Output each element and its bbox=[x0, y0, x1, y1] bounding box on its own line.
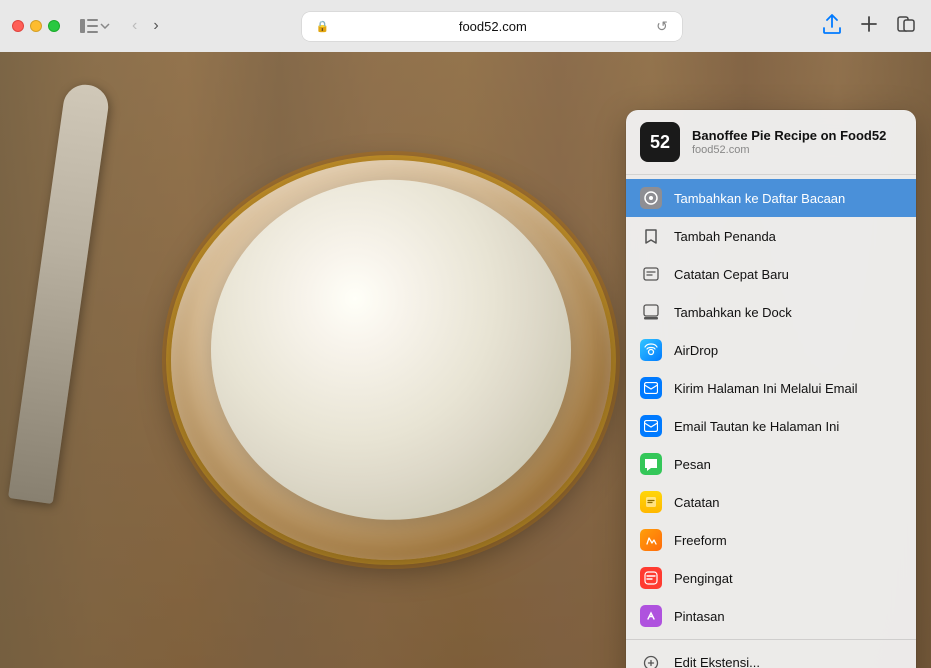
shortcuts-icon bbox=[640, 605, 662, 627]
menu-item-reading-list[interactable]: Tambahkan ke Daftar Bacaan bbox=[626, 179, 916, 217]
notes-icon bbox=[640, 491, 662, 513]
menu-divider bbox=[626, 639, 916, 640]
menu-item-edit-extensions[interactable]: Edit Ekstensi... bbox=[626, 644, 916, 668]
site-title: Banoffee Pie Recipe on Food52 bbox=[692, 128, 886, 145]
messages-label: Pesan bbox=[674, 457, 711, 472]
menu-item-notes[interactable]: Catatan bbox=[626, 483, 916, 521]
share-button[interactable] bbox=[819, 10, 845, 43]
close-button[interactable] bbox=[12, 20, 24, 32]
menu-item-reminders[interactable]: Pengingat bbox=[626, 559, 916, 597]
quick-note-label: Catatan Cepat Baru bbox=[674, 267, 789, 282]
email-link-icon bbox=[640, 415, 662, 437]
reminders-label: Pengingat bbox=[674, 571, 733, 586]
popup-header: 52 Banoffee Pie Recipe on Food52 food52.… bbox=[626, 110, 916, 175]
menu-item-freeform[interactable]: Freeform bbox=[626, 521, 916, 559]
sidebar-toggle-button[interactable] bbox=[76, 15, 114, 37]
windows-button[interactable] bbox=[893, 12, 919, 41]
menu-item-email-page[interactable]: Kirim Halaman Ini Melalui Email bbox=[626, 369, 916, 407]
menu-item-dock[interactable]: Tambahkan ke Dock bbox=[626, 293, 916, 331]
airdrop-icon bbox=[640, 339, 662, 361]
forward-button[interactable]: › bbox=[147, 13, 164, 39]
bookmark-label: Tambah Penanda bbox=[674, 229, 776, 244]
toolbar-right bbox=[819, 10, 919, 43]
menu-items-list: Tambahkan ke Daftar Bacaan Tambah Penand… bbox=[626, 175, 916, 668]
bookmark-icon bbox=[640, 225, 662, 247]
reminders-icon bbox=[640, 567, 662, 589]
edit-extensions-icon bbox=[640, 652, 662, 668]
edit-extensions-label: Edit Ekstensi... bbox=[674, 655, 760, 668]
email-link-label: Email Tautan ke Halaman Ini bbox=[674, 419, 839, 434]
site-info: Banoffee Pie Recipe on Food52 food52.com bbox=[692, 128, 886, 157]
reading-list-icon bbox=[640, 187, 662, 209]
address-bar-wrapper: 🔒 food52.com ↺ bbox=[185, 12, 799, 41]
reload-button[interactable]: ↺ bbox=[656, 18, 668, 35]
messages-icon bbox=[640, 453, 662, 475]
reading-list-label: Tambahkan ke Daftar Bacaan bbox=[674, 191, 845, 206]
airdrop-label: AirDrop bbox=[674, 343, 718, 358]
freeform-label: Freeform bbox=[674, 533, 727, 548]
nav-buttons: ‹ › bbox=[126, 13, 165, 39]
menu-item-quick-note[interactable]: Catatan Cepat Baru bbox=[626, 255, 916, 293]
menu-item-bookmark[interactable]: Tambah Penanda bbox=[626, 217, 916, 255]
main-content: 52 Banoffee Pie Recipe on Food52 food52.… bbox=[0, 52, 931, 668]
menu-item-messages[interactable]: Pesan bbox=[626, 445, 916, 483]
email-page-icon bbox=[640, 377, 662, 399]
shortcuts-label: Pintasan bbox=[674, 609, 725, 624]
freeform-icon bbox=[640, 529, 662, 551]
cream-topping bbox=[211, 180, 571, 520]
notes-label: Catatan bbox=[674, 495, 720, 510]
email-page-label: Kirim Halaman Ini Melalui Email bbox=[674, 381, 858, 396]
dock-label: Tambahkan ke Dock bbox=[674, 305, 792, 320]
lock-icon: 🔒 bbox=[316, 20, 330, 33]
dock-icon bbox=[640, 301, 662, 323]
url-text: food52.com bbox=[336, 19, 651, 34]
site-url: food52.com bbox=[692, 144, 886, 156]
share-popup: 52 Banoffee Pie Recipe on Food52 food52.… bbox=[626, 110, 916, 668]
maximize-button[interactable] bbox=[48, 20, 60, 32]
menu-item-airdrop[interactable]: AirDrop bbox=[626, 331, 916, 369]
new-tab-button[interactable] bbox=[857, 12, 881, 41]
minimize-button[interactable] bbox=[30, 20, 42, 32]
site-logo: 52 bbox=[640, 122, 680, 162]
titlebar: ‹ › 🔒 food52.com ↺ bbox=[0, 0, 931, 52]
quick-note-icon bbox=[640, 263, 662, 285]
back-button[interactable]: ‹ bbox=[126, 13, 143, 39]
traffic-lights bbox=[12, 20, 60, 32]
address-bar[interactable]: 🔒 food52.com ↺ bbox=[302, 12, 682, 41]
menu-item-shortcuts[interactable]: Pintasan bbox=[626, 597, 916, 635]
menu-item-email-link[interactable]: Email Tautan ke Halaman Ini bbox=[626, 407, 916, 445]
